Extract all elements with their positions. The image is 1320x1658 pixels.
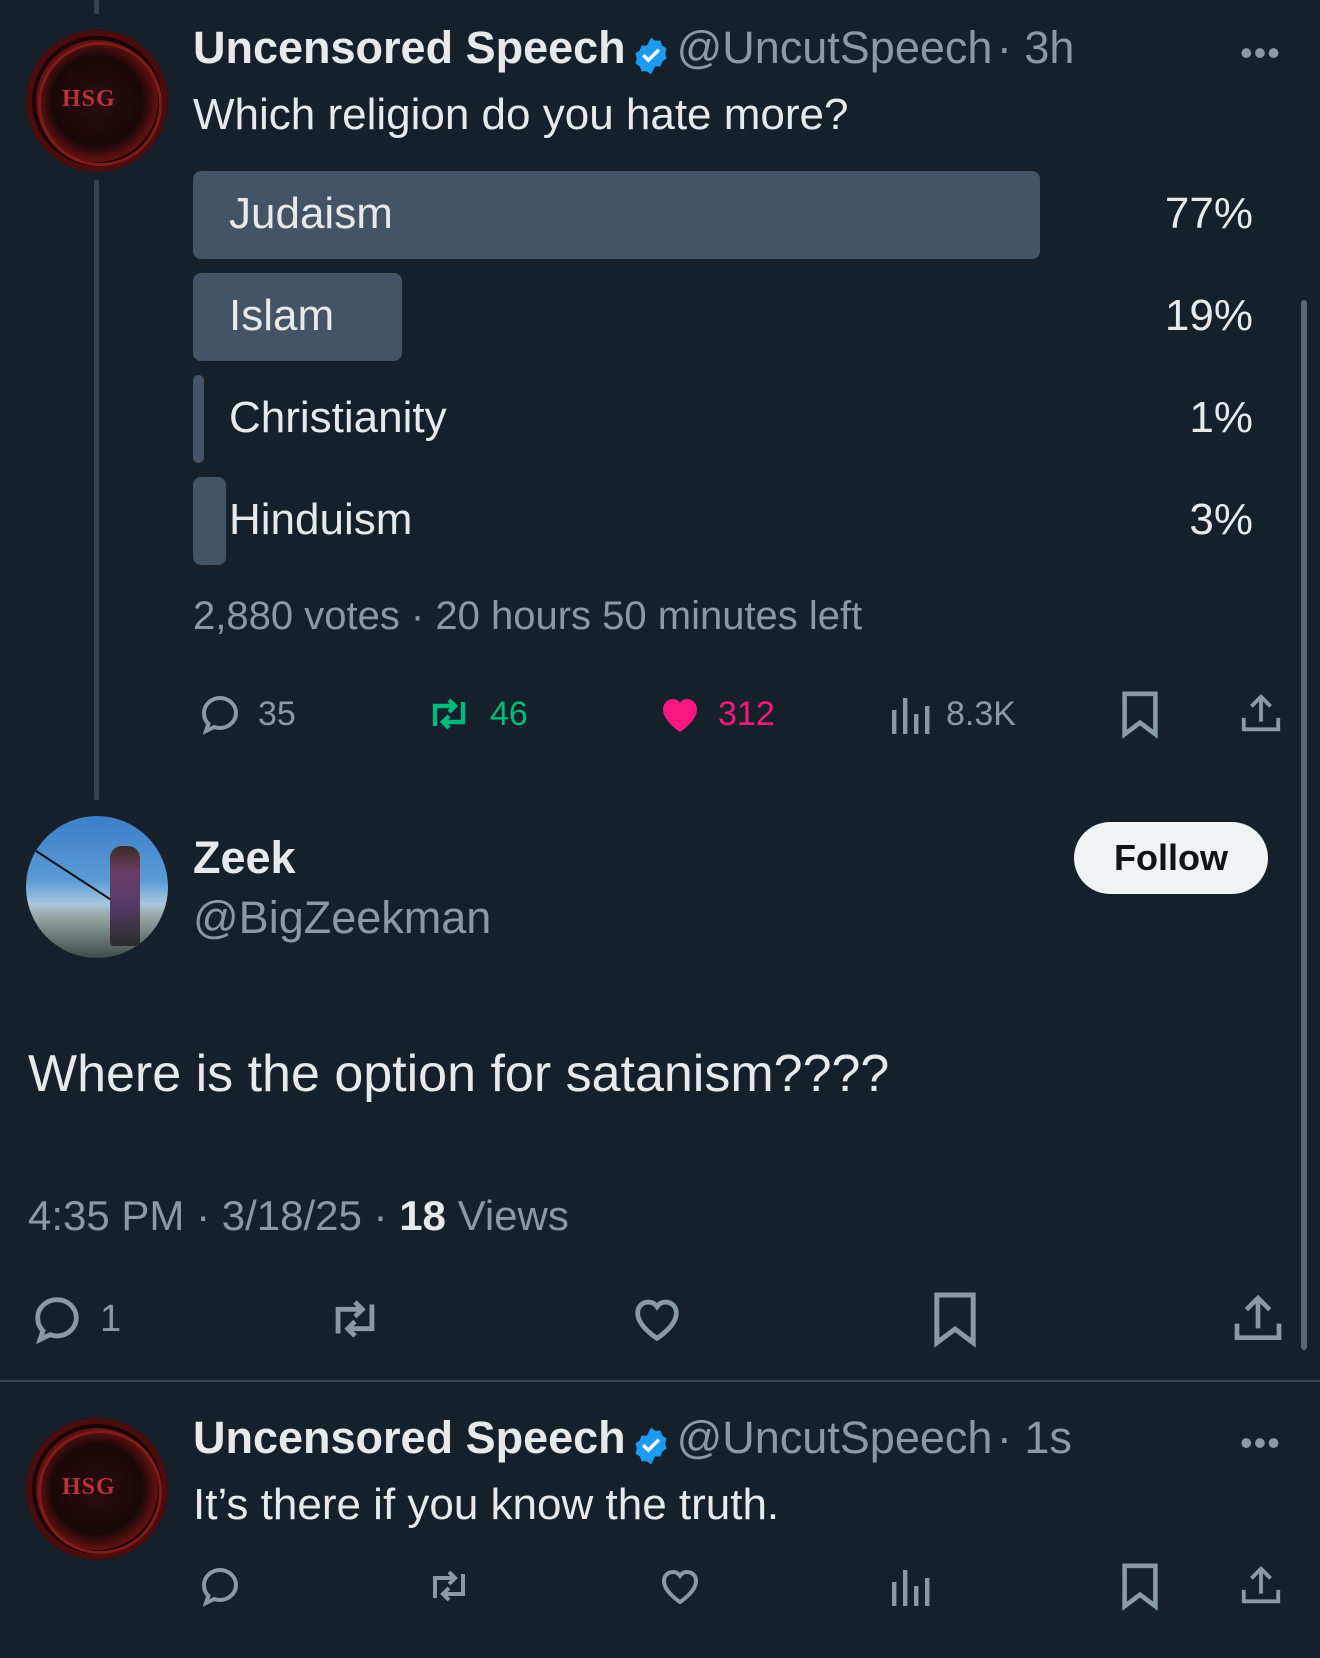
repost-icon [335, 1300, 375, 1338]
poll-option-percent: 1% [1189, 393, 1253, 442]
views-button[interactable]: 8.3K [888, 690, 1016, 738]
heart-icon [661, 1569, 699, 1605]
reply-count: 35 [258, 694, 296, 733]
poll-bar [193, 477, 226, 565]
poll-option: Hinduism 3% [193, 477, 1253, 565]
repost-button[interactable] [422, 1562, 476, 1610]
bookmark-button[interactable] [1118, 690, 1162, 740]
reply-count: 1 [100, 1297, 122, 1340]
repost-button[interactable]: 46 [422, 690, 528, 738]
repost-button[interactable] [322, 1290, 388, 1348]
share-button[interactable] [1230, 1290, 1286, 1348]
bookmark-icon [934, 1292, 976, 1348]
avatar[interactable] [26, 816, 168, 958]
timestamp[interactable]: · 1s [997, 1412, 1072, 1463]
reply-button[interactable]: 35 [196, 690, 296, 738]
verified-icon [630, 35, 672, 82]
reply-icon [201, 1567, 239, 1607]
avatar-logo-text: HSG [62, 86, 116, 112]
share-icon [1241, 1566, 1281, 1604]
repost-icon [432, 698, 466, 730]
share-icon [1234, 1294, 1282, 1340]
display-name[interactable]: Uncensored Speech [193, 1412, 626, 1463]
poll-option-label: Hinduism [229, 495, 413, 544]
views-icon [892, 1570, 930, 1606]
poll-option: Christianity 1% [193, 375, 1253, 463]
poll-option-percent: 3% [1189, 495, 1253, 544]
tweet-text: Which religion do you hate more? [193, 90, 849, 139]
poll-option: Islam 19% [193, 273, 1253, 361]
repost-icon [433, 1570, 465, 1602]
heart-icon [635, 1299, 679, 1342]
reply-button[interactable]: 1 [28, 1290, 121, 1348]
share-button[interactable] [1238, 690, 1284, 738]
poll-option: Judaism 77% [193, 171, 1253, 259]
verified-icon [630, 1425, 672, 1472]
views-count: 18 [399, 1192, 446, 1239]
avatar[interactable]: HSG [26, 30, 168, 172]
bookmark-button[interactable] [1118, 1562, 1162, 1612]
handle[interactable]: @UncutSpeech [677, 22, 993, 73]
tweet-text: Where is the option for satanism???? [28, 1045, 890, 1103]
bookmark-icon [1122, 691, 1158, 739]
poll-option-percent: 77% [1164, 189, 1253, 238]
more-options-icon[interactable]: ••• [1240, 1422, 1281, 1464]
follow-button[interactable]: Follow [1074, 822, 1268, 894]
like-count: 312 [718, 694, 775, 733]
thread-line-top [94, 0, 99, 14]
views-button[interactable] [888, 1562, 932, 1610]
views-icon [892, 698, 930, 734]
repost-count: 46 [490, 694, 528, 733]
tweet-header: Uncensored Speech @UncutSpeech · 1s [193, 1412, 1072, 1472]
avatar-logo-text: HSG [62, 1474, 116, 1500]
display-name[interactable]: Zeek [193, 832, 296, 884]
scrollbar[interactable] [1301, 300, 1307, 1350]
divider [0, 1380, 1320, 1382]
reply-icon [35, 1297, 79, 1345]
thread-line [94, 180, 99, 800]
display-name[interactable]: Uncensored Speech [193, 22, 626, 73]
avatar[interactable]: HSG [26, 1418, 168, 1560]
reply-icon [201, 695, 239, 735]
avatar-person [110, 846, 140, 946]
handle[interactable]: @BigZeekman [193, 892, 491, 944]
reply-button[interactable] [196, 1562, 244, 1610]
like-button[interactable]: 312 [656, 690, 775, 738]
timestamp[interactable]: 4:35 PM · 3/18/25 · [28, 1192, 399, 1239]
tweet-meta: 4:35 PM · 3/18/25 · 18 Views [28, 1192, 569, 1240]
like-button[interactable] [656, 1562, 704, 1610]
poll-option-label: Christianity [229, 393, 447, 442]
bookmark-icon [1122, 1563, 1158, 1611]
poll-bar [193, 375, 204, 463]
like-button[interactable] [628, 1290, 686, 1348]
share-button[interactable] [1238, 1562, 1284, 1610]
timestamp[interactable]: · 3h [997, 22, 1075, 73]
views-label: Views [445, 1192, 569, 1239]
handle[interactable]: @UncutSpeech [677, 1412, 993, 1463]
heart-icon [663, 699, 697, 732]
poll-option-percent: 19% [1164, 291, 1253, 340]
views-count: 8.3K [946, 694, 1016, 733]
tweet-header: Uncensored Speech @UncutSpeech · 3h [193, 22, 1074, 82]
more-options-icon[interactable]: ••• [1240, 32, 1281, 74]
share-icon [1241, 694, 1281, 732]
poll-option-label: Judaism [229, 189, 393, 238]
bookmark-button[interactable] [930, 1290, 980, 1350]
poll-option-label: Islam [229, 291, 335, 340]
poll-summary: 2,880 votes · 20 hours 50 minutes left [193, 594, 863, 638]
tweet-text: It’s there if you know the truth. [193, 1480, 780, 1529]
